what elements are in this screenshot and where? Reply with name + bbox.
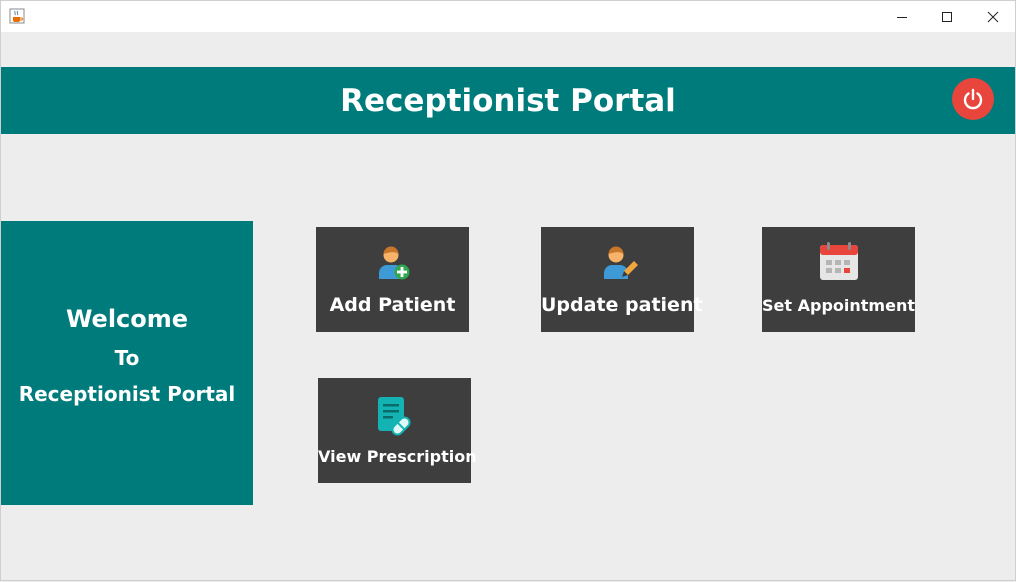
view-prescription-button[interactable]: View Prescription [318,378,477,483]
set-appointment-button[interactable]: Set Appointment [762,227,915,332]
portal-header: Receptionist Portal [1,67,1015,134]
calendar-icon [819,242,858,280]
edit-patient-icon [603,246,638,279]
update-patient-label: Update patient [541,294,703,316]
welcome-line-3: Receptionist Portal [18,382,236,406]
java-coffee-icon [9,8,25,24]
minimize-icon [897,16,907,18]
logout-button[interactable] [952,78,994,120]
close-icon [987,11,999,22]
maximize-button[interactable] [924,1,970,32]
minimize-button[interactable] [879,1,925,32]
window-titlebar [0,0,1016,32]
welcome-line-2: To [114,346,140,370]
maximize-icon [942,11,952,22]
add-patient-icon [378,246,409,280]
welcome-line-1: Welcome [65,305,189,333]
view-prescription-label: View Prescription [318,447,477,466]
add-patient-button[interactable]: Add Patient [316,227,469,332]
welcome-panel: Welcome To Receptionist Portal [1,221,253,505]
page-title: Receptionist Portal [340,82,676,119]
close-button[interactable] [970,1,1016,32]
power-icon [963,88,983,110]
set-appointment-label: Set Appointment [762,296,915,315]
prescription-icon [377,397,411,436]
add-patient-label: Add Patient [329,294,456,316]
update-patient-button[interactable]: Update patient [541,227,703,332]
